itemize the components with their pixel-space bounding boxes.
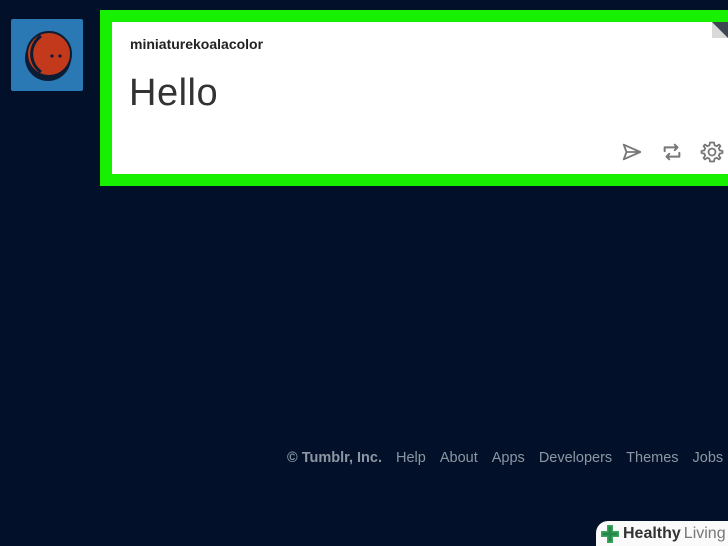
footer-link-jobs[interactable]: Jobs (693, 450, 724, 466)
footer-copyright: © Tumblr, Inc. (287, 450, 383, 466)
footer-link-help[interactable]: Help (396, 450, 426, 466)
gear-icon (700, 141, 724, 163)
post-body-text: Hello (129, 72, 219, 114)
post-highlight-box: miniaturekoalacolor Hello (100, 10, 728, 186)
watermark-text-light: Living (683, 524, 726, 542)
paper-plane-icon (622, 143, 642, 161)
reblog-icon (663, 143, 681, 161)
footer-link-themes[interactable]: Themes (626, 450, 678, 466)
avatar-face-icon (25, 31, 72, 81)
healthy-living-watermark: Healthy Living (596, 521, 728, 546)
share-button[interactable] (620, 140, 644, 164)
post-corner-fold (712, 22, 728, 38)
dashboard-page: miniaturekoalacolor Hello © Tumblr, Inc.… (0, 0, 728, 546)
footer-link-about[interactable]: About (440, 450, 478, 466)
reblog-button[interactable] (660, 140, 684, 164)
footer-link-developers[interactable]: Developers (539, 450, 612, 466)
site-footer: © Tumblr, Inc. Help About Apps Developer… (287, 450, 723, 466)
post-author[interactable]: miniaturekoalacolor (130, 36, 263, 52)
footer-link-apps[interactable]: Apps (492, 450, 525, 466)
green-cross-icon (601, 524, 619, 543)
watermark-text-bold: Healthy (623, 524, 681, 542)
post-actions (620, 140, 724, 164)
post-card[interactable]: miniaturekoalacolor Hello (112, 22, 728, 174)
post-settings-button[interactable] (700, 140, 724, 164)
user-avatar[interactable] (11, 19, 83, 91)
